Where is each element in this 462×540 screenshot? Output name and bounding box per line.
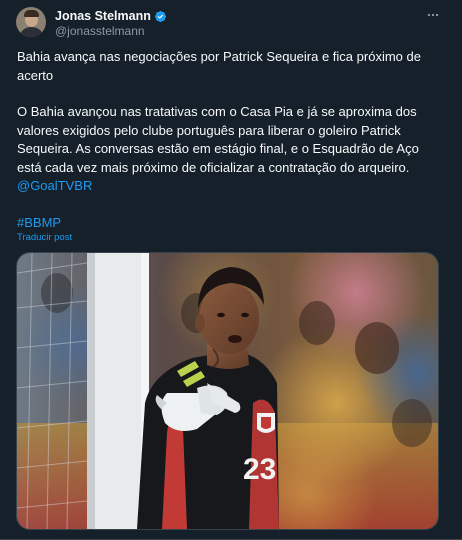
mention-link[interactable]: @GoalTVBR	[17, 178, 92, 193]
avatar[interactable]	[16, 7, 46, 37]
tweet-media-photo[interactable]: 23	[16, 252, 439, 530]
translate-post-link[interactable]: Traducir post	[17, 232, 72, 243]
tweet-body: O Bahia avançou nas tratativas com o Cas…	[17, 104, 419, 175]
tweet-card[interactable]: Jonas Stelmann @jonasstelmann Bahia avan…	[0, 0, 462, 540]
goalkeeper-photo: 23	[17, 253, 438, 529]
hashtag-link[interactable]: #BBMP	[17, 215, 61, 230]
tweet-text: Bahia avança nas negociações por Patrick…	[17, 48, 443, 232]
tweet-body-paragraph: O Bahia avançou nas tratativas com o Cas…	[17, 103, 443, 196]
hashtag-paragraph: #BBMP	[17, 214, 443, 233]
author-name-row[interactable]: Jonas Stelmann	[55, 8, 167, 24]
shirt-number-text: 23	[243, 453, 276, 486]
avatar-hair	[24, 10, 39, 17]
avatar-body	[19, 27, 44, 37]
more-options-icon[interactable]	[426, 8, 440, 22]
tweet-headline: Bahia avança nas negociações por Patrick…	[17, 49, 421, 83]
author-handle[interactable]: @jonasstelmann	[55, 24, 145, 38]
author-display-name[interactable]: Jonas Stelmann	[55, 9, 151, 23]
verified-badge-icon	[154, 10, 166, 22]
